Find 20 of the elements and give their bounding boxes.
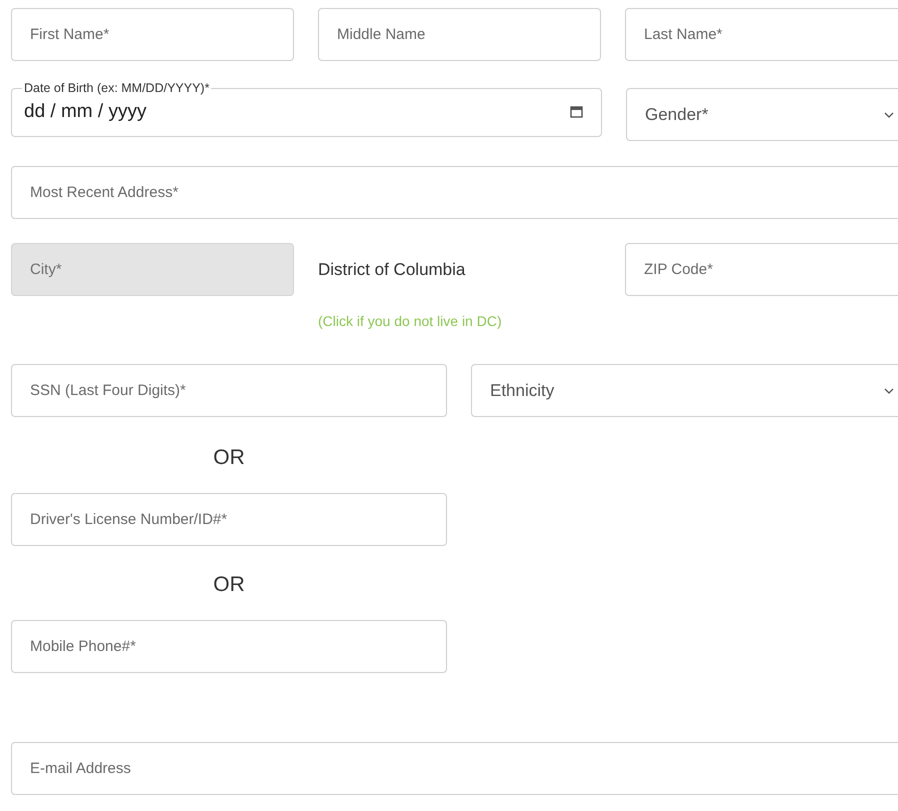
date-value: dd / mm / yyyy: [24, 100, 148, 122]
address-field[interactable]: Most Recent Address*: [11, 166, 898, 219]
name-field[interactable]: Last Name*: [625, 8, 898, 61]
gender-select[interactable]: Gender*: [626, 88, 898, 141]
name-field[interactable]: Middle Name: [318, 8, 601, 61]
field-label: Date of Birth (ex: MM/DD/YYYY)*: [23, 81, 210, 95]
zip-code-field[interactable]: ZIP Code*: [625, 243, 898, 296]
name-field[interactable]: First Name*: [11, 8, 294, 61]
chevron-down-icon: [884, 388, 894, 394]
text-field[interactable]: Mobile Phone#*: [11, 620, 447, 673]
ethnicity-select[interactable]: Ethnicity: [471, 364, 898, 417]
email-field[interactable]: E-mail Address: [11, 742, 898, 795]
date-of-birth-field[interactable]: Date of Birth (ex: MM/DD/YYYY)* dd / mm / yyyy: [11, 81, 602, 137]
or-divider-text: OR: [212, 445, 246, 471]
calendar-icon[interactable]: [570, 105, 583, 118]
state-name: District of Columbia: [318, 260, 466, 280]
ssn-field[interactable]: SSN (Last Four Digits)*: [11, 364, 447, 417]
chevron-down-icon: [884, 112, 894, 118]
or-divider-text: OR: [212, 572, 246, 598]
text-field[interactable]: Driver's License Number/ID#*: [11, 493, 447, 546]
